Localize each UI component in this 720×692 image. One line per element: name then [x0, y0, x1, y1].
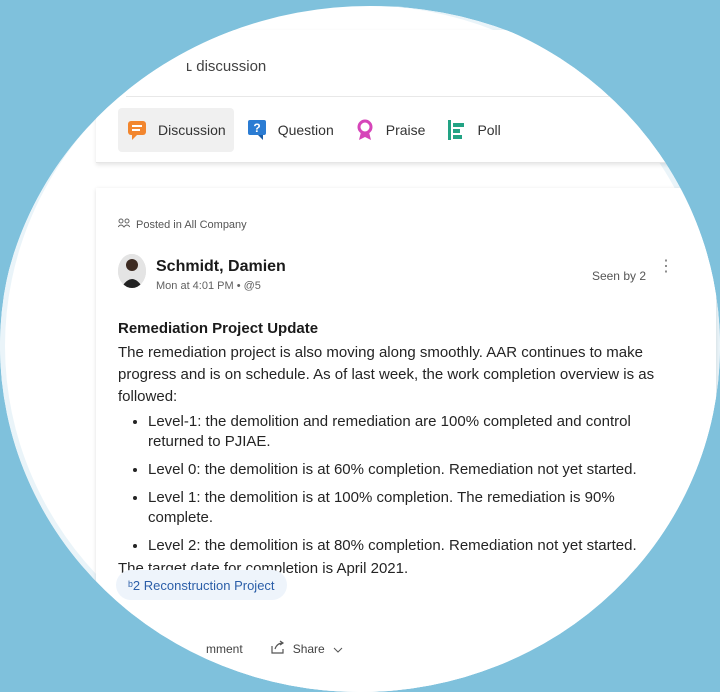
- tab-discussion[interactable]: Discussion: [118, 108, 234, 152]
- list-item: Level 2: the demolition is at 80% comple…: [148, 536, 678, 556]
- community-icon: [117, 218, 131, 231]
- post-actions: mment Share: [206, 640, 343, 657]
- viewport-circle: ʟ discussion Discussion ? Question Prais…: [0, 6, 720, 692]
- seen-by[interactable]: Seen by 2: [592, 269, 646, 283]
- share-button[interactable]: Share: [271, 640, 343, 657]
- question-icon: ?: [246, 119, 268, 141]
- more-options-icon[interactable]: ⋮: [658, 259, 674, 275]
- share-label: Share: [292, 641, 325, 656]
- tab-label: Praise: [385, 122, 426, 138]
- post-intro: The remediation project is also moving a…: [118, 344, 655, 405]
- avatar[interactable]: [118, 254, 146, 288]
- post-composer: ʟ discussion Discussion ? Question Prais…: [96, 30, 720, 163]
- divider: [126, 96, 696, 97]
- post-meta: Mon at 4:01 PM • @5: [156, 280, 261, 292]
- tab-poll[interactable]: Poll: [437, 108, 508, 152]
- post-type-tabs: Discussion ? Question Praise Poll: [118, 108, 509, 152]
- tab-label: Poll: [477, 122, 501, 138]
- comment-button[interactable]: mment: [206, 642, 243, 656]
- chevron-down-icon: [333, 642, 343, 656]
- poll-icon: [445, 119, 467, 141]
- post-card: Posted in All Company Schmidt, Damien Mo…: [96, 188, 716, 692]
- comment-label: mment: [206, 641, 243, 656]
- svg-text:?: ?: [253, 121, 260, 135]
- topic-chip[interactable]: ᵇ2 Reconstruction Project: [116, 570, 287, 600]
- posted-in-label: Posted in All Company: [136, 218, 247, 231]
- author-name[interactable]: Schmidt, Damien: [156, 258, 286, 276]
- post-body: The remediation project is also moving a…: [118, 342, 678, 580]
- posted-in: Posted in All Company: [117, 218, 247, 231]
- progress-list: Level-1: the demolition and remediation …: [118, 412, 678, 556]
- discussion-icon: [126, 119, 148, 141]
- list-item: Level-1: the demolition and remediation …: [148, 412, 678, 452]
- post-title: Remediation Project Update: [118, 320, 319, 337]
- tab-question[interactable]: ? Question: [238, 108, 342, 152]
- tab-praise[interactable]: Praise: [346, 108, 434, 152]
- tab-label: Discussion: [158, 122, 226, 138]
- list-item: Level 0: the demolition is at 60% comple…: [148, 460, 678, 480]
- list-item: Level 1: the demolition is at 100% compl…: [148, 488, 678, 528]
- praise-icon: [354, 119, 376, 141]
- tab-label: Question: [277, 122, 334, 138]
- share-icon: [271, 640, 285, 657]
- composer-input[interactable]: ʟ discussion: [186, 58, 266, 75]
